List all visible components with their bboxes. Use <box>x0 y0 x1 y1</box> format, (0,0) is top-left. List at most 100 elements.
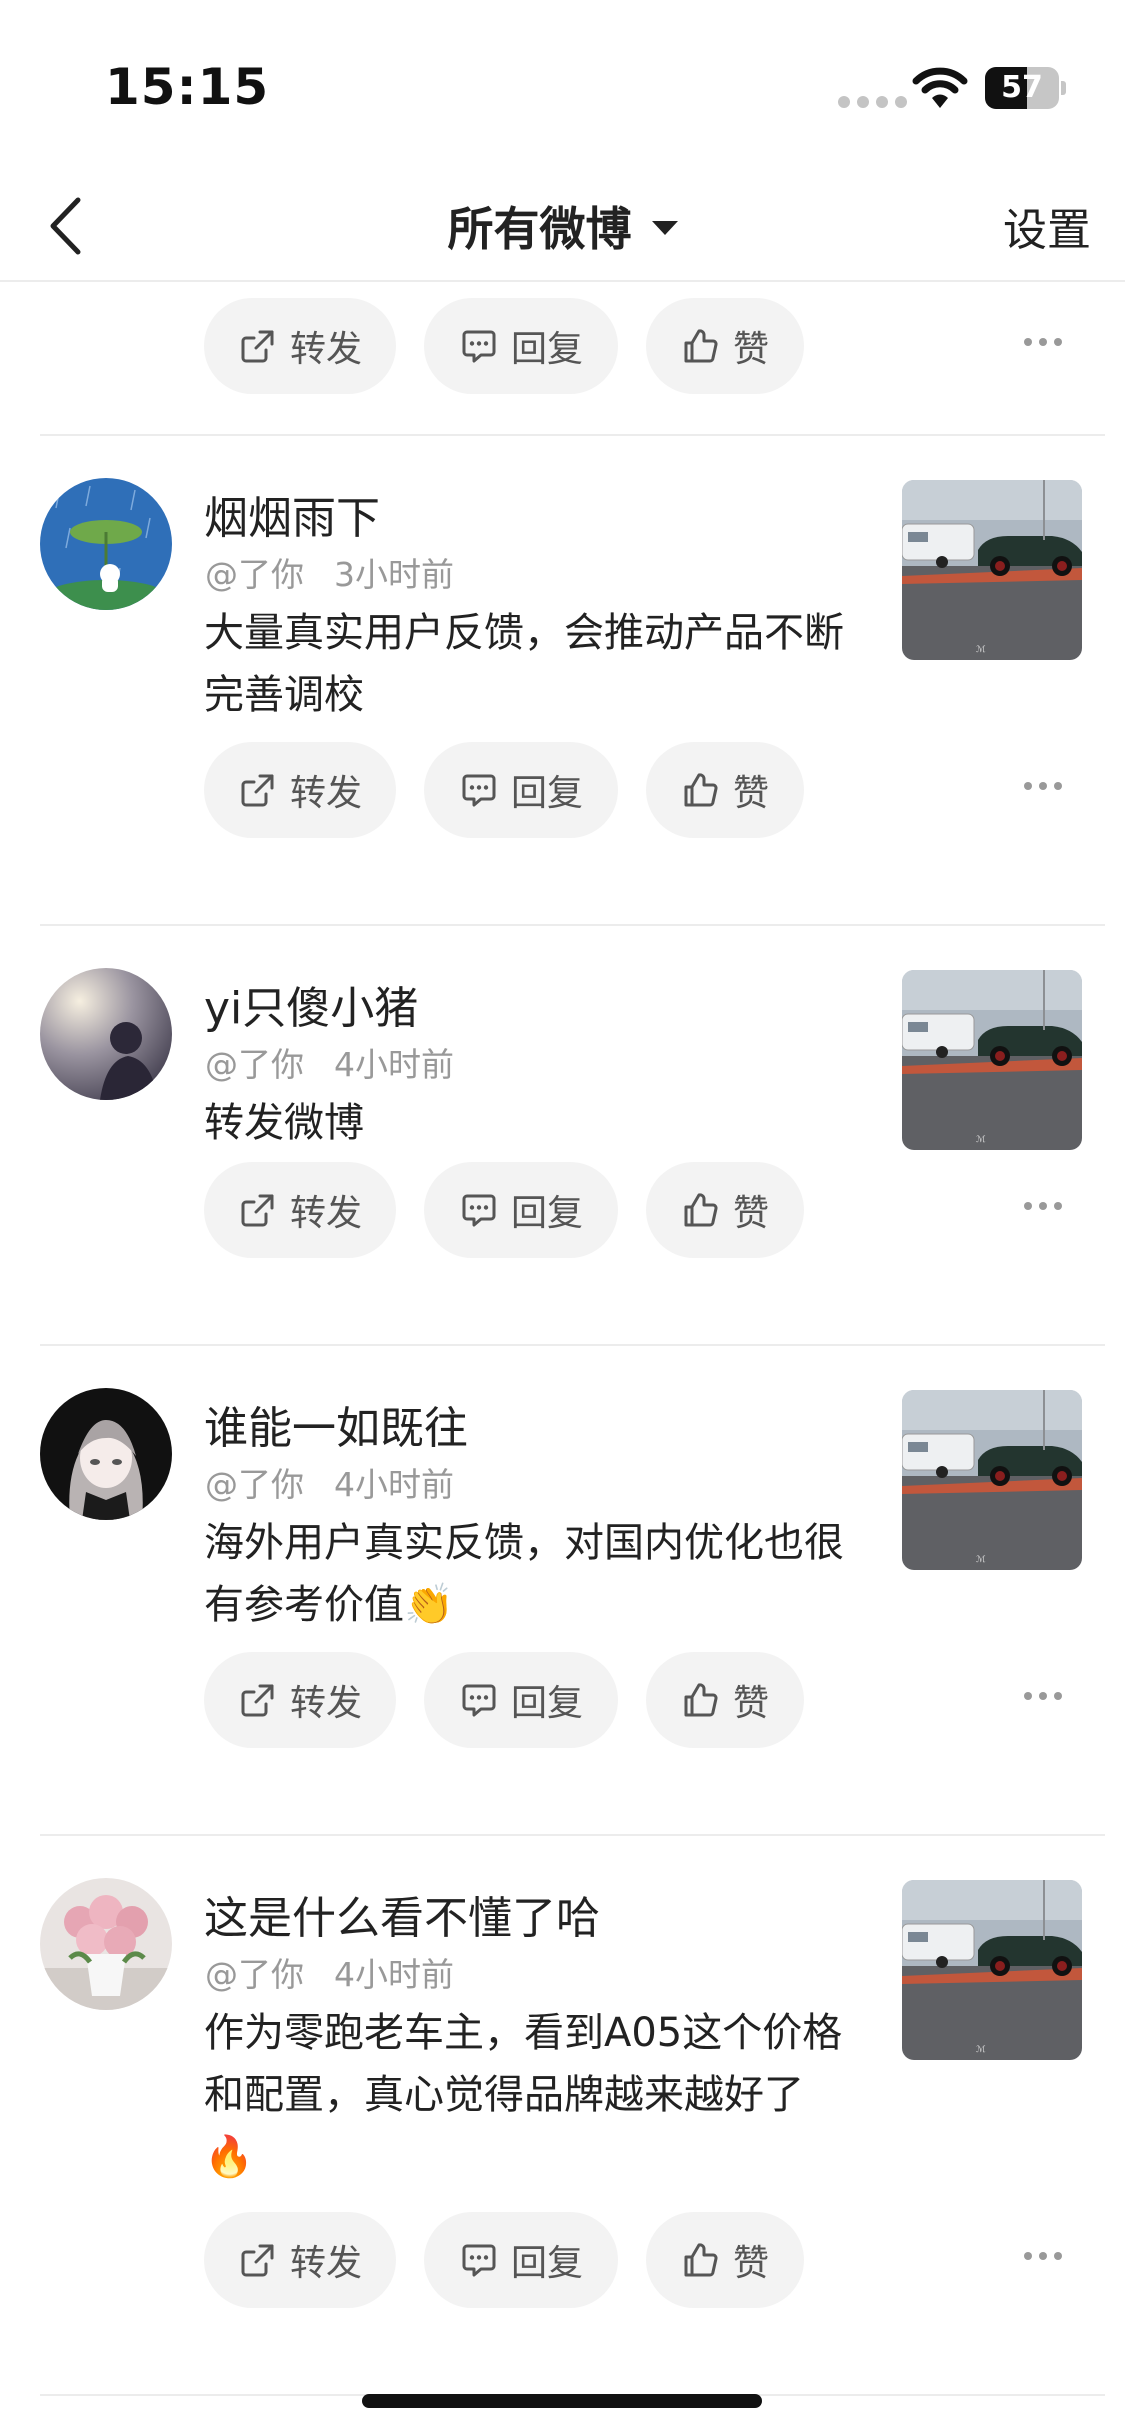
user-name[interactable]: 谁能一如既往 <box>204 1392 468 1456</box>
comment-icon <box>459 770 499 810</box>
reply-label: 回复 <box>510 1683 583 1724</box>
repost-label: 转发 <box>289 1683 362 1724</box>
avatar[interactable] <box>40 478 172 610</box>
reply-button[interactable]: 回复 <box>424 1652 618 1748</box>
like-button[interactable]: 赞 <box>646 298 804 394</box>
caret-down-icon <box>651 221 678 235</box>
list-item[interactable]: 这是什么看不懂了哈 @了你 4小时前 作为零跑老车主，看到A05这个价格和配置，… <box>0 1836 1125 2396</box>
comment-text-body: 作为零跑老车主，看到A05这个价格和配置，真心觉得品牌越来越好了 <box>204 2010 843 2118</box>
more-options-button[interactable] <box>1024 782 1062 790</box>
reply-button[interactable]: 回复 <box>424 1162 618 1258</box>
more-options-button[interactable] <box>1024 338 1062 346</box>
thumbs-up-icon <box>681 2240 721 2280</box>
avatar[interactable] <box>40 968 172 1100</box>
repost-label: 转发 <box>289 329 362 370</box>
repost-button[interactable]: 转发 <box>204 742 396 838</box>
like-label: 赞 <box>732 1683 769 1724</box>
mention-label: @了你 <box>205 1955 304 1994</box>
battery-icon: 57 <box>985 67 1066 109</box>
settings-button[interactable]: 设置 <box>1003 194 1091 258</box>
like-button[interactable]: 赞 <box>646 1162 804 1258</box>
timestamp: 4小时前 <box>334 1955 454 1994</box>
back-button[interactable] <box>30 188 100 264</box>
comment-text-body: 转发微博 <box>204 1100 364 1146</box>
action-row: 转发 回复 赞 <box>0 742 1125 838</box>
like-button[interactable]: 赞 <box>646 2212 804 2308</box>
user-name[interactable]: yi只傻小猪 <box>204 972 418 1036</box>
clapping-hands-emoji: 👏 <box>404 1582 454 1628</box>
comment-icon <box>459 1680 499 1720</box>
action-row: 转发 回复 赞 <box>0 2212 1125 2308</box>
comment-icon <box>459 2240 499 2280</box>
user-name[interactable]: 这是什么看不懂了哈 <box>204 1882 600 1946</box>
mention-label: @了你 <box>205 1045 304 1084</box>
reply-button[interactable]: 回复 <box>424 298 618 394</box>
comment-text: 转发微博 <box>204 1092 844 1154</box>
comment-text: 海外用户真实反馈，对国内优化也很有参考价值👏 <box>204 1512 844 1636</box>
more-options-button[interactable] <box>1024 1692 1062 1700</box>
thumbs-up-icon <box>681 326 721 366</box>
share-icon <box>238 2240 278 2280</box>
reply-label: 回复 <box>510 1193 583 1234</box>
comment-text: 大量真实用户反馈，会推动产品不断完善调校 <box>204 602 844 726</box>
like-label: 赞 <box>732 329 769 370</box>
repost-button[interactable]: 转发 <box>204 2212 396 2308</box>
share-icon <box>238 770 278 810</box>
avatar[interactable] <box>40 1878 172 2010</box>
page-title: 所有微博 <box>447 202 632 256</box>
repost-button[interactable]: 转发 <box>204 1652 396 1748</box>
reply-label: 回复 <box>510 329 583 370</box>
comment-meta: @了你 4小时前 <box>205 1038 454 1086</box>
thumbs-up-icon <box>681 770 721 810</box>
repost-button[interactable]: 转发 <box>204 1162 396 1258</box>
list-item[interactable]: yi只傻小猪 @了你 4小时前 转发微博 转发 回复 赞 <box>0 926 1125 1346</box>
comment-text-body: 海外用户真实反馈，对国内优化也很有参考价值 <box>204 1520 844 1628</box>
reply-label: 回复 <box>510 2243 583 2284</box>
reply-button[interactable]: 回复 <box>424 742 618 838</box>
comment-meta: @了你 3小时前 <box>205 548 454 596</box>
original-post-thumbnail[interactable] <box>902 1390 1082 1570</box>
timestamp: 4小时前 <box>334 1045 454 1084</box>
comment-icon <box>459 1190 499 1230</box>
status-time: 15:15 <box>105 58 270 116</box>
repost-button[interactable]: 转发 <box>204 298 396 394</box>
mention-label: @了你 <box>205 555 304 594</box>
share-icon <box>238 1190 278 1230</box>
thumbs-up-icon <box>681 1190 721 1230</box>
original-post-thumbnail[interactable] <box>902 480 1082 660</box>
share-icon <box>238 1680 278 1720</box>
more-options-button[interactable] <box>1024 1202 1062 1210</box>
comment-text: 作为零跑老车主，看到A05这个价格和配置，真心觉得品牌越来越好了 🔥 <box>204 2002 844 2188</box>
cellular-signal-icon <box>838 96 907 108</box>
reply-button[interactable]: 回复 <box>424 2212 618 2308</box>
action-row: 转发 回复 赞 <box>0 1652 1125 1748</box>
reply-label: 回复 <box>510 773 583 814</box>
mentions-feed: 转发 回复 赞 烟烟雨下 @了你 3小时前 大量真实用户反馈，会推动产品不断完善… <box>0 282 1125 2396</box>
original-post-thumbnail[interactable] <box>902 1880 1082 2060</box>
timestamp: 3小时前 <box>334 555 454 594</box>
list-item[interactable]: 烟烟雨下 @了你 3小时前 大量真实用户反馈，会推动产品不断完善调校 转发 回复… <box>0 436 1125 926</box>
like-label: 赞 <box>732 1193 769 1234</box>
list-item[interactable]: 谁能一如既往 @了你 4小时前 海外用户真实反馈，对国内优化也很有参考价值👏 转… <box>0 1346 1125 1836</box>
wifi-icon <box>912 67 968 108</box>
mention-label: @了你 <box>205 1465 304 1504</box>
repost-label: 转发 <box>289 773 362 814</box>
more-options-button[interactable] <box>1024 2252 1062 2260</box>
comment-meta: @了你 4小时前 <box>205 1458 454 1506</box>
home-indicator[interactable] <box>362 2394 762 2408</box>
comment-text-body: 大量真实用户反馈，会推动产品不断完善调校 <box>204 610 844 718</box>
like-button[interactable]: 赞 <box>646 742 804 838</box>
like-label: 赞 <box>732 773 769 814</box>
action-row: 转发 回复 赞 <box>0 298 1125 394</box>
chevron-left-icon <box>50 197 81 255</box>
user-name[interactable]: 烟烟雨下 <box>204 482 380 546</box>
timestamp: 4小时前 <box>334 1465 454 1504</box>
feed-filter-dropdown[interactable]: 所有微博 <box>448 193 678 259</box>
original-post-thumbnail[interactable] <box>902 970 1082 1150</box>
action-row: 转发 回复 赞 <box>0 1162 1125 1258</box>
avatar[interactable] <box>40 1388 172 1520</box>
share-icon <box>238 326 278 366</box>
navigation-bar: 所有微博 设置 <box>0 170 1125 282</box>
like-button[interactable]: 赞 <box>646 1652 804 1748</box>
comment-meta: @了你 4小时前 <box>205 1948 454 1996</box>
